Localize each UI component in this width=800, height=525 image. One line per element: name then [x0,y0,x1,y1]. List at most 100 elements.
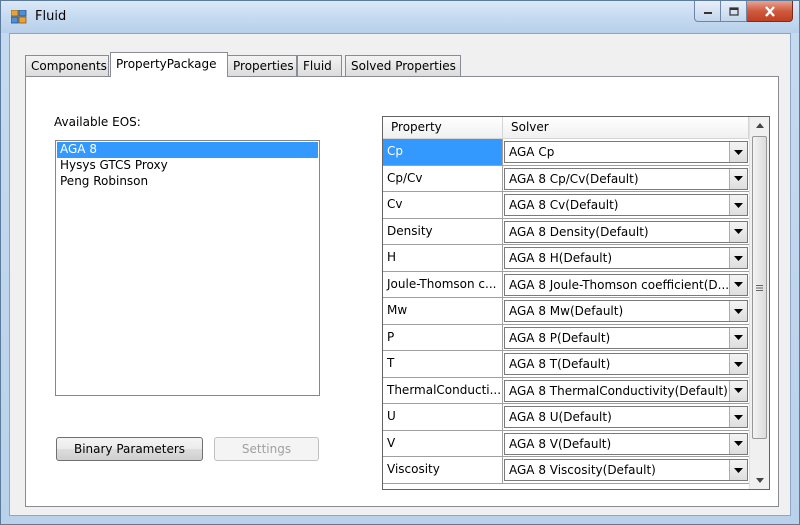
property-cell[interactable]: P [383,324,503,350]
property-cell[interactable]: T [383,351,503,377]
chevron-down-icon [734,335,743,340]
solver-dropdown[interactable]: AGA 8 H(Default) [504,247,748,269]
solver-dropdown-value: AGA 8 U(Default) [509,410,612,424]
solver-dropdown[interactable]: AGA 8 Density(Default) [504,220,748,243]
property-cell[interactable]: Cp/Cv [383,165,503,191]
minimize-button[interactable] [694,1,721,22]
chevron-down-icon [734,308,743,314]
chevron-down-icon [734,176,743,181]
solver-dropdown-value: AGA 8 V(Default) [509,436,612,451]
property-solver-grid[interactable]: Property Solver Cp AGA Cp Cp/Cv AGA 8 Cp/Cv… [382,116,770,490]
dropdown-arrow-button[interactable] [729,248,747,268]
eos-item-peng-robinson[interactable]: Peng Robinson [57,174,318,190]
solver-dropdown[interactable]: AGA 8 U(Default) [504,406,748,428]
eos-item-aga8[interactable]: AGA 8 [57,142,318,158]
table-row[interactable]: Cv AGA 8 Cv(Default) [383,192,749,219]
solver-dropdown[interactable]: AGA 8 V(Default) [504,432,748,455]
property-cell[interactable]: U [383,404,503,430]
chevron-down-icon [734,229,743,234]
solver-dropdown[interactable]: AGA 8 Joule-Thomson coefficient(D... [504,273,748,296]
table-row[interactable]: Cp/Cv AGA 8 Cp/Cv(Default) [383,165,749,192]
solver-dropdown[interactable]: AGA 8 Viscosity(Default) [504,459,748,481]
eos-listbox[interactable]: AGA 8 Hysys GTCS Proxy Peng Robinson [55,140,320,396]
propertypackage-page: Available EOS: AGA 8 Hysys GTCS Proxy Pe… [25,76,779,507]
dropdown-arrow-button[interactable] [729,168,747,189]
minimize-icon [703,12,712,14]
solver-dropdown[interactable]: AGA 8 P(Default) [504,326,748,349]
property-cell[interactable]: Density [383,218,503,244]
dropdown-arrow-button[interactable] [729,142,747,162]
dropdown-arrow-button[interactable] [729,407,747,427]
scroll-thumb[interactable] [752,136,767,439]
table-row[interactable]: P AGA 8 P(Default) [383,324,749,351]
solver-dropdown[interactable]: AGA 8 T(Default) [504,353,748,375]
tab-solved-properties[interactable]: Solved Properties [345,55,461,76]
solver-dropdown[interactable]: AGA Cp [504,141,748,163]
solver-dropdown[interactable]: AGA 8 Cv(Default) [504,194,748,216]
dropdown-arrow-button[interactable] [729,301,747,321]
table-row[interactable]: Viscosity AGA 8 Viscosity(Default) [383,457,749,484]
table-row[interactable]: V AGA 8 V(Default) [383,430,749,457]
arrow-down-icon [755,478,764,483]
dropdown-arrow-button[interactable] [729,354,747,374]
window-title: Fluid [35,9,67,24]
solver-cell: AGA 8 Viscosity(Default) [503,457,749,483]
dropdown-arrow-button[interactable] [729,195,747,215]
chevron-down-icon [734,441,743,446]
solver-dropdown-value: AGA 8 Joule-Thomson coefficient(D... [509,277,729,292]
solver-dropdown[interactable]: AGA 8 Cp/Cv(Default) [504,167,748,190]
solver-cell: AGA 8 V(Default) [503,431,749,457]
scroll-up-button[interactable] [750,117,769,134]
chevron-down-icon [734,361,743,367]
property-cell[interactable]: Mw [383,298,503,324]
table-row[interactable]: U AGA 8 U(Default) [383,404,749,431]
property-cell[interactable]: V [383,430,503,456]
tab-propertypackage[interactable]: PropertyPackage [110,52,228,77]
eos-item-hysys-gtcs-proxy[interactable]: Hysys GTCS Proxy [57,158,318,174]
tab-fluid[interactable]: Fluid [297,55,342,76]
chevron-down-icon [734,149,743,155]
solver-dropdown[interactable]: AGA 8 ThermalConductivity(Default) [504,379,748,402]
tab-properties[interactable]: Properties [227,55,297,76]
close-button[interactable] [747,1,793,22]
title-bar[interactable]: Fluid [1,1,799,33]
dropdown-arrow-button[interactable] [729,274,747,295]
solver-dropdown-value: AGA 8 P(Default) [509,330,611,345]
app-icon [11,10,27,24]
table-row[interactable]: Density AGA 8 Density(Default) [383,218,749,245]
table-row[interactable]: Joule-Thomson c... AGA 8 Joule-Thomson co… [383,271,749,298]
column-header-solver[interactable]: Solver [503,117,749,139]
tab-components[interactable]: Components [25,55,109,76]
property-cell[interactable]: Joule-Thomson c... [383,271,503,297]
table-row[interactable]: Cp AGA Cp [383,139,749,166]
solver-dropdown[interactable]: AGA 8 Mw(Default) [504,300,748,322]
property-cell[interactable]: Cv [383,192,503,218]
binary-parameters-button[interactable]: Binary Parameters [56,437,203,461]
chevron-down-icon [734,255,743,261]
table-row[interactable]: ThermalConducti... AGA 8 ThermalConductiv… [383,377,749,404]
solver-dropdown-value: AGA 8 Mw(Default) [509,304,624,318]
solver-dropdown-value: AGA 8 ThermalConductivity(Default) [509,383,728,398]
arrow-up-icon [755,123,764,128]
dropdown-arrow-button[interactable] [729,433,747,454]
solver-cell: AGA Cp [503,139,749,165]
column-header-property[interactable]: Property [383,117,503,139]
dropdown-arrow-button[interactable] [729,460,747,480]
maximize-button[interactable] [721,1,747,22]
grid-header: Property Solver [383,117,749,139]
property-cell[interactable]: ThermalConducti... [383,377,503,403]
solver-dropdown-value: AGA 8 Density(Default) [509,224,649,239]
settings-button[interactable]: Settings [214,437,319,461]
grid-vertical-scrollbar[interactable] [749,117,769,489]
property-cell[interactable]: Viscosity [383,457,503,483]
table-row[interactable]: Mw AGA 8 Mw(Default) [383,298,749,325]
dropdown-arrow-button[interactable] [729,327,747,348]
window-controls [694,1,793,23]
table-row[interactable]: T AGA 8 T(Default) [383,351,749,378]
property-cell[interactable]: H [383,245,503,271]
dropdown-arrow-button[interactable] [729,380,747,401]
property-cell[interactable]: Cp [383,139,503,165]
dropdown-arrow-button[interactable] [729,221,747,242]
table-row[interactable]: H AGA 8 H(Default) [383,245,749,272]
scroll-down-button[interactable] [750,472,769,489]
